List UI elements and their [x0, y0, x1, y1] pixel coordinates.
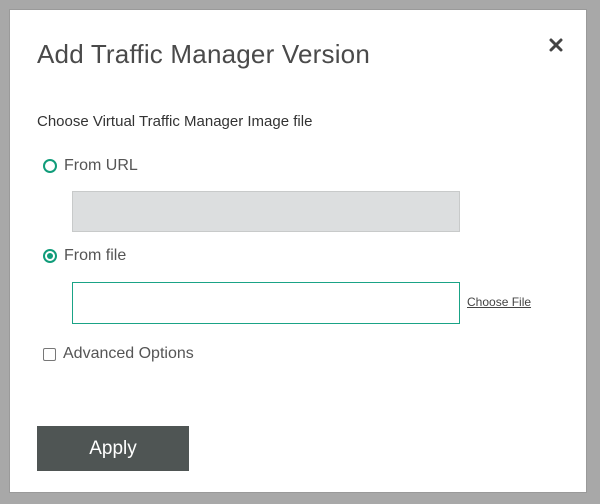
radio-unselected-icon[interactable]	[43, 159, 57, 173]
dialog-title: Add Traffic Manager Version	[37, 39, 370, 69]
url-input[interactable]	[72, 191, 460, 232]
radio-selected-icon[interactable]	[43, 249, 57, 263]
from-url-radio[interactable]: From URL	[43, 157, 138, 175]
choose-file-link[interactable]: Choose File	[467, 295, 531, 309]
image-file-section-label: Choose Virtual Traffic Manager Image fil…	[37, 113, 313, 130]
checkbox-icon[interactable]	[43, 347, 56, 361]
close-icon[interactable]	[548, 37, 564, 53]
advanced-options-checkbox[interactable]: Advanced Options	[43, 345, 194, 363]
from-file-radio[interactable]: From file	[43, 247, 126, 265]
from-file-label: From file	[64, 247, 127, 264]
file-path-input[interactable]	[72, 282, 460, 324]
apply-button[interactable]: Apply	[37, 426, 189, 471]
advanced-options-label: Advanced Options	[63, 345, 194, 362]
add-traffic-manager-version-dialog: Add Traffic Manager Version Choose Virtu…	[9, 9, 587, 493]
from-url-label: From URL	[64, 157, 138, 174]
